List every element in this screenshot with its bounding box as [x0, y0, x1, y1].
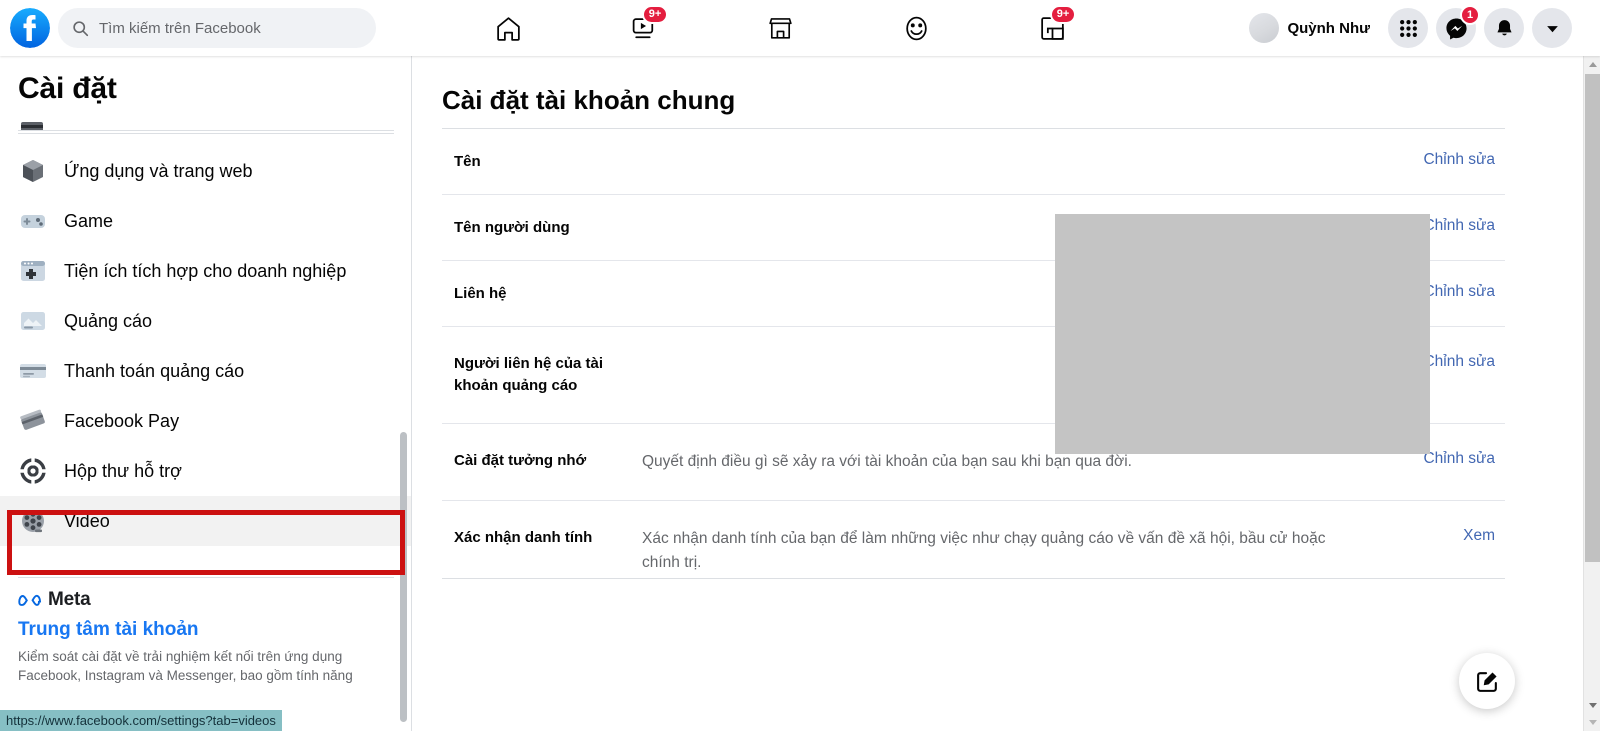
sidebar-item-label: Hộp thư hỗ trợ [64, 460, 182, 481]
settings-sidebar: Cài đặt Ứng dụng và trang web Game Tiện … [0, 56, 412, 731]
row-label: Tên [454, 153, 481, 170]
row-value: Xác nhận danh tính của bạn để làm những … [642, 530, 1326, 571]
messenger-button[interactable]: 1 [1436, 5, 1480, 48]
nav-groups-button[interactable] [848, 0, 984, 56]
facebook-settings-page: Tìm kiếm trên Facebook 9+ 9+ Quỳnh Như 1… [0, 0, 1600, 731]
sidebar-item-label: Ứng dụng và trang web [64, 160, 253, 181]
main-content: Cài đặt tài khoản chung Tên Chỉnh sửa Tê… [412, 56, 1585, 731]
profile-button[interactable]: Quỳnh Như [1245, 9, 1380, 47]
sidebar-footer: Meta Trung tâm tài khoản Kiểm soát cài đ… [18, 589, 398, 685]
sidebar-divider [18, 133, 394, 134]
sidebar-item-label: Facebook Pay [64, 410, 180, 431]
account-center-link[interactable]: Trung tâm tài khoản [18, 619, 398, 641]
row-label: Người liên hệ của tài khoản quảng cáo [454, 355, 604, 394]
sidebar-item-ads[interactable]: Quảng cáo [0, 296, 411, 346]
sidebar-menu: Ứng dụng và trang web Game Tiện ích tích… [0, 146, 411, 546]
grid-menu-icon [1399, 19, 1417, 37]
search-box[interactable]: Tìm kiếm trên Facebook [58, 8, 376, 48]
sidebar-item-support-inbox[interactable]: Hộp thư hỗ trợ [0, 446, 411, 496]
scrollbar-down-arrow-secondary[interactable] [1584, 714, 1600, 731]
row-label: Xác nhận danh tính [454, 529, 593, 546]
credit-card-icon [20, 364, 46, 378]
chevron-down-icon [1546, 25, 1558, 32]
sidebar-item-label: Video [64, 510, 110, 531]
notifications-button[interactable] [1484, 8, 1524, 48]
facebook-logo-icon[interactable] [10, 8, 50, 48]
account-dropdown-button[interactable] [1532, 8, 1572, 48]
table-bottom-border [442, 578, 1505, 579]
meta-label: Meta [48, 589, 91, 610]
row-action-link[interactable]: Chỉnh sửa [1385, 151, 1505, 169]
search-icon [73, 20, 89, 36]
top-navigation-bar: Tìm kiếm trên Facebook 9+ 9+ Quỳnh Như 1 [0, 0, 1600, 56]
sidebar-item-game[interactable]: Game [0, 196, 411, 246]
nav-marketplace-button[interactable] [712, 0, 848, 56]
sidebar-divider-top [18, 130, 394, 131]
nav-watch-button[interactable]: 9+ [576, 0, 712, 56]
life-ring-icon [19, 457, 47, 485]
sidebar-title: Cài đặt [18, 72, 131, 106]
sidebar-item-ad-payments[interactable]: Thanh toán quảng cáo [0, 346, 411, 396]
compose-pencil-icon [1476, 671, 1497, 692]
avatar [1249, 13, 1280, 43]
compose-message-button[interactable] [1459, 653, 1515, 709]
row-label: Cài đặt tưởng nhớ [454, 452, 587, 469]
table-row[interactable]: Xác nhận danh tính Xác nhận danh tính củ… [442, 500, 1505, 601]
status-bar-url: https://www.facebook.com/settings?tab=vi… [0, 710, 282, 731]
sidebar-item-label: Tiện ích tích hợp cho doanh nghiệp [64, 260, 347, 281]
row-label: Tên người dùng [454, 219, 570, 236]
browser-scrollbar[interactable] [1583, 56, 1600, 731]
nav-home-button[interactable] [440, 0, 576, 56]
cube-icon [23, 160, 43, 182]
redaction-overlay [1055, 214, 1430, 454]
page-title: Cài đặt tài khoản chung [442, 85, 736, 115]
ads-icon [21, 312, 45, 330]
row-action-link[interactable]: Xem [1385, 527, 1505, 545]
sidebar-item-label: Thanh toán quảng cáo [64, 360, 245, 381]
meta-infinity-icon [18, 594, 42, 606]
gamepad-icon [21, 215, 45, 228]
sidebar-item-video[interactable]: Video [0, 496, 411, 546]
profile-name: Quỳnh Như [1287, 19, 1370, 37]
cards-stack-icon [20, 409, 45, 430]
business-integration-icon [21, 261, 45, 281]
sidebar-item-facebook-pay[interactable]: Facebook Pay [0, 396, 411, 446]
film-reel-icon [22, 510, 44, 533]
scrollbar-up-arrow[interactable] [1584, 56, 1600, 73]
watch-badge: 9+ [642, 5, 668, 24]
header-right-section: Quỳnh Như 1 [1245, 0, 1572, 56]
sidebar-item-business-integrations[interactable]: Tiện ích tích hợp cho doanh nghiệp [0, 246, 411, 296]
search-input[interactable]: Tìm kiếm trên Facebook [99, 20, 261, 37]
messenger-badge: 1 [1460, 5, 1480, 25]
store-icon [768, 17, 792, 39]
scrollbar-down-arrow[interactable] [1584, 697, 1600, 714]
table-row[interactable]: Tên Chỉnh sửa [442, 128, 1505, 194]
account-center-description: Kiểm soát cài đặt về trải nghiệm kết nối… [18, 649, 353, 683]
gaming-badge: 9+ [1050, 5, 1076, 24]
header-left-section: Tìm kiếm trên Facebook [0, 8, 376, 48]
clipped-item-icon [21, 122, 43, 130]
meta-brand: Meta [18, 589, 398, 611]
sidebar-clipped-item[interactable] [18, 114, 394, 130]
home-icon [496, 16, 520, 41]
header-nav-tabs: 9+ 9+ [440, 0, 1120, 56]
scrollbar-thumb[interactable] [1585, 74, 1600, 562]
groups-icon [905, 16, 927, 40]
sidebar-divider-bottom [18, 577, 394, 578]
row-label: Liên hệ [454, 285, 507, 302]
bell-icon [1496, 19, 1512, 35]
sidebar-scrollbar-thumb[interactable] [400, 432, 407, 722]
menu-grid-button[interactable] [1388, 8, 1428, 48]
sidebar-item-apps-websites[interactable]: Ứng dụng và trang web [0, 146, 411, 196]
nav-gaming-button[interactable]: 9+ [984, 0, 1120, 56]
sidebar-item-label: Game [64, 210, 114, 231]
sidebar-item-label: Quảng cáo [64, 310, 153, 331]
